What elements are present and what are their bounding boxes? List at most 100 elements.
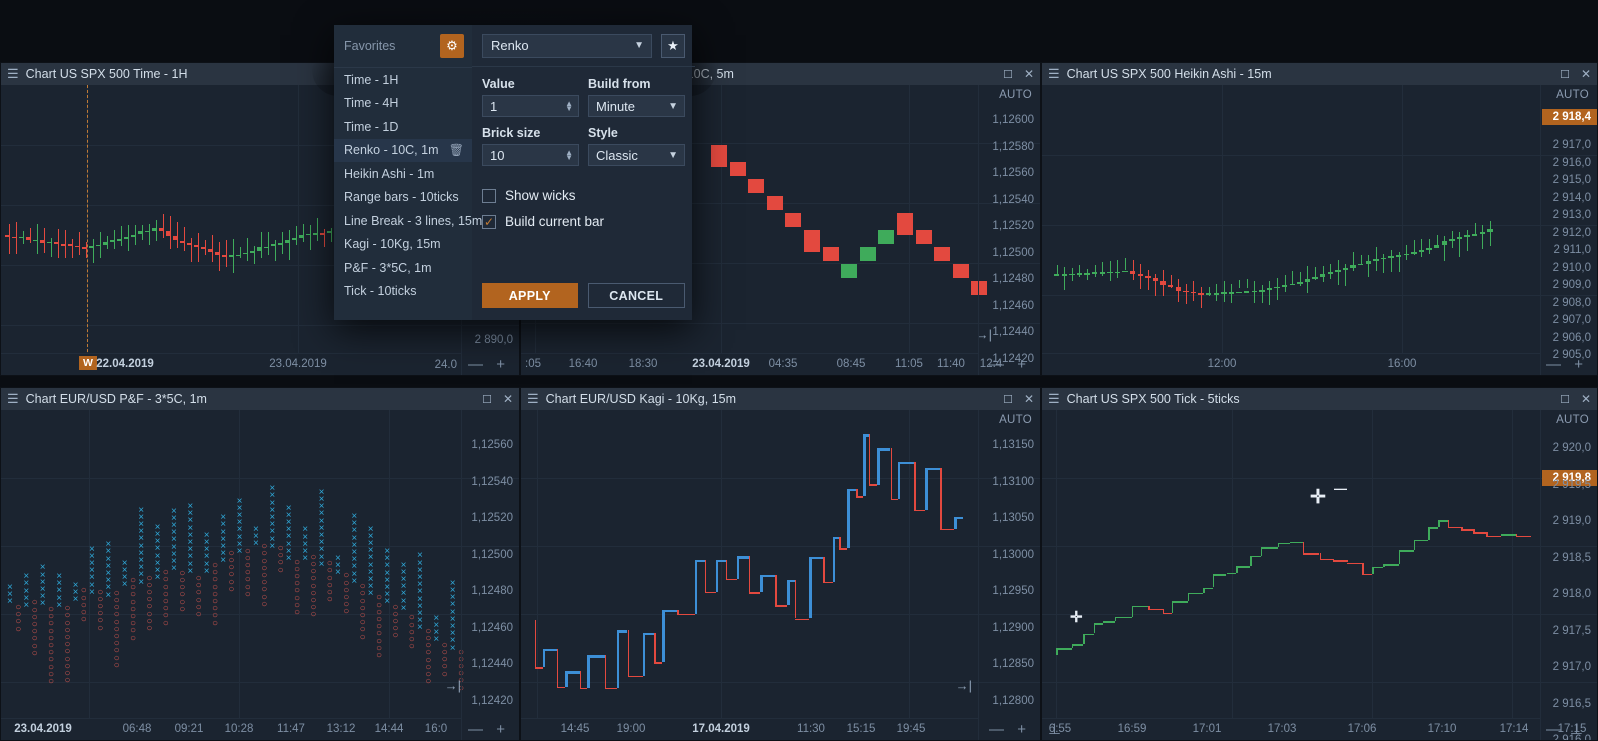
- price-axis[interactable]: AUTO 1,12600 1,12580 1,12560 1,12540 1,12520…: [978, 85, 1040, 375]
- spinner-icon[interactable]: ▲ ▼: [565, 149, 573, 162]
- zoom-out-button[interactable]: —: [989, 721, 1004, 738]
- time-axis[interactable]: 14:45 19:00 17.04.2019 11:30 15:15 19:45: [521, 718, 978, 740]
- time-label: 06:48: [122, 723, 152, 735]
- hamburger-icon[interactable]: ☰: [7, 391, 19, 407]
- price-label: 1,12950: [992, 585, 1034, 597]
- build-current-bar-checkbox[interactable]: ✓: [482, 214, 496, 229]
- chart-panel-spx-heikin-ashi[interactable]: ☰ Chart US SPX 500 Heikin Ashi - 15m ☐ ✕…: [1041, 62, 1598, 376]
- panel-titlebar[interactable]: ☰ Chart US SPX 500 Tick - 5ticks ☐ ✕: [1042, 388, 1597, 410]
- trash-icon[interactable]: 🗑: [449, 143, 464, 157]
- price-axis[interactable]: AUTO 2 918,4 2 917,0 2 916,0 2 915,0 2 914,…: [1540, 85, 1597, 375]
- favorites-list[interactable]: Time - 1H Time - 4H Time - 1D Renko - 10C, …: [334, 67, 482, 304]
- price-label: 2 917,0: [1552, 139, 1591, 151]
- cancel-button[interactable]: CANCEL: [587, 283, 685, 308]
- pf-o-mark: ○: [359, 631, 366, 643]
- chart-panel-eurusd-kagi[interactable]: ☰ Chart EUR/USD Kagi - 10Kg, 15m ☐ ✕ →| …: [520, 387, 1041, 741]
- favorite-item[interactable]: Time - 4H: [334, 92, 472, 116]
- hamburger-icon[interactable]: ☰: [1048, 391, 1060, 407]
- value-input[interactable]: 1 ▲ ▼: [482, 95, 579, 117]
- favorite-item[interactable]: Kagi - 10Kg, 15m: [334, 233, 472, 257]
- price-label: 1,12800: [992, 694, 1034, 707]
- maximize-icon[interactable]: ☐: [482, 393, 492, 406]
- chart-plot-area[interactable]: ✛ ✛ — AUTO 2 919,8 2 920,0 2 919,5 2 919,0 2 …: [1042, 410, 1597, 740]
- price-label: 1,12540: [992, 193, 1034, 206]
- auto-scale-label[interactable]: AUTO: [1556, 414, 1589, 426]
- hamburger-icon[interactable]: ☰: [7, 66, 19, 82]
- favorite-item-label: P&F - 3*5C, 1m: [344, 260, 432, 275]
- pf-o-mark: ○: [294, 606, 301, 618]
- panel-titlebar[interactable]: ☰ Chart EUR/USD Kagi - 10Kg, 15m ☐ ✕: [521, 388, 1040, 410]
- show-wicks-checkbox[interactable]: [482, 188, 496, 203]
- hamburger-icon[interactable]: ☰: [527, 391, 539, 407]
- chart-plot-area[interactable]: × × × ○ ○ ○ ○ × × × × × ○ ○ ○ ○ ○ ○ ○ ○ × × × × × × ○ ○ ○ ○ ○ ○ ○ ○ ○ ○ ○ × × ×…: [1, 410, 519, 740]
- price-axis[interactable]: AUTO 1,13150 1,13100 1,13050 1,13000 1,12950…: [978, 410, 1040, 740]
- zoom-out-button[interactable]: —: [468, 721, 483, 738]
- close-icon[interactable]: ✕: [1024, 67, 1034, 81]
- zoom-in-button[interactable]: +: [1017, 356, 1026, 373]
- chart-panel-eurusd-pf[interactable]: ☰ Chart EUR/USD P&F - 3*5C, 1m ☐ ✕ × × × ○ ○…: [0, 387, 520, 741]
- favorite-item[interactable]: Line Break - 3 lines, 15m: [334, 209, 482, 233]
- chart-type-dialog[interactable]: Favorites ⚙ Time - 1H Time - 4H Time - 1D R…: [334, 25, 695, 320]
- style-select[interactable]: Classic ▼: [588, 144, 685, 166]
- close-icon[interactable]: ✕: [503, 392, 513, 406]
- maximize-icon[interactable]: ☐: [1560, 393, 1570, 406]
- time-axis[interactable]: 12:00 16:00: [1042, 353, 1540, 375]
- zoom-in-button[interactable]: +: [1017, 721, 1026, 738]
- pf-x-mark: ×: [105, 539, 112, 551]
- build-from-select[interactable]: Minute ▼: [588, 95, 685, 117]
- maximize-icon[interactable]: ☐: [1003, 393, 1013, 406]
- auto-scale-label[interactable]: AUTO: [999, 414, 1032, 426]
- favorite-item[interactable]: Tick - 10ticks: [334, 280, 472, 304]
- pf-x-mark: ×: [154, 521, 161, 533]
- star-icon[interactable]: ★: [661, 33, 685, 58]
- zoom-out-button[interactable]: —: [1546, 356, 1561, 373]
- time-axis[interactable]: :05 16:40 18:30 23.04.2019 04:35 08:45 11:05 11…: [521, 353, 1002, 375]
- favorite-item[interactable]: Renko - 10C, 1m 🗑: [334, 138, 472, 162]
- favorite-item[interactable]: Time - 1D: [334, 115, 472, 139]
- panel-titlebar[interactable]: ☰ Chart EUR/USD P&F - 3*5C, 1m ☐ ✕: [1, 388, 519, 410]
- zoom-out-button[interactable]: —: [468, 356, 483, 373]
- scroll-to-last-icon[interactable]: →|: [445, 678, 461, 693]
- panel-titlebar[interactable]: ☰ Chart US SPX 500 Heikin Ashi - 15m ☐ ✕: [1042, 63, 1597, 85]
- close-icon[interactable]: ✕: [1581, 392, 1591, 406]
- favorite-item[interactable]: Heikin Ashi - 1m: [334, 162, 472, 186]
- favorite-item[interactable]: Range bars - 10ticks: [334, 186, 472, 210]
- pf-o-mark: ○: [228, 583, 235, 595]
- chart-plot-area[interactable]: 14:26 AUTO 2 918,4 2 917,02 916,02 915,0…: [1042, 85, 1597, 375]
- chart-type-select[interactable]: Renko ▼: [482, 33, 652, 58]
- zoom-out-button-2[interactable]: —: [1546, 721, 1561, 738]
- time-label: 14:44: [374, 723, 404, 735]
- time-axis[interactable]: W 22.04.2019 23.04.2019: [1, 353, 461, 375]
- price-label: 2 910,0: [1552, 261, 1591, 274]
- chart-panel-spx-tick[interactable]: ☰ Chart US SPX 500 Tick - 5ticks ☐ ✕ ✛ ✛ —…: [1041, 387, 1598, 741]
- gear-icon[interactable]: ⚙: [440, 34, 464, 58]
- build-current-bar-row[interactable]: ✓ Build current bar: [482, 214, 685, 229]
- show-wicks-row[interactable]: Show wicks: [482, 188, 685, 203]
- time-axis[interactable]: 6:55 16:59 17:01 17:03 17:06 17:10 17:14 17:15: [1042, 718, 1586, 740]
- favorite-item[interactable]: Time - 1H: [334, 68, 472, 92]
- spinner-icon[interactable]: ▲ ▼: [565, 100, 573, 113]
- favorites-header: Favorites ⚙: [334, 25, 472, 67]
- apply-button[interactable]: APPLY: [482, 283, 578, 308]
- time-axis[interactable]: 23.04.2019 06:48 09:21 10:28 11:47 13:12 14:44…: [1, 718, 461, 740]
- zoom-in-button[interactable]: +: [496, 356, 505, 373]
- price-axis[interactable]: 1,12560 1,12540 1,12520 1,12500 1,12480 1,124…: [461, 410, 519, 740]
- scroll-to-last-icon[interactable]: →|: [956, 678, 972, 693]
- zoom-in-button[interactable]: +: [496, 721, 505, 738]
- zoom-in-button[interactable]: ⊥: [1570, 720, 1583, 738]
- auto-scale-label[interactable]: AUTO: [1556, 89, 1589, 101]
- maximize-icon[interactable]: ☐: [1560, 68, 1570, 81]
- chart-plot-area[interactable]: →| AUTO 1,13150 1,13100 1,13050 1,13000 1,12…: [521, 410, 1040, 740]
- maximize-icon[interactable]: ☐: [1003, 68, 1013, 81]
- price-axis[interactable]: AUTO 2 919,8 2 920,0 2 919,5 2 919,0 2 918,…: [1540, 410, 1597, 740]
- close-icon[interactable]: ✕: [1024, 392, 1034, 406]
- hamburger-icon[interactable]: ☰: [1048, 66, 1060, 82]
- brick-size-input[interactable]: 10 ▲ ▼: [482, 144, 579, 166]
- zoom-out-button[interactable]: —: [989, 356, 1004, 373]
- favorite-item[interactable]: P&F - 3*5C, 1m: [334, 256, 472, 280]
- close-icon[interactable]: ✕: [1581, 67, 1591, 81]
- zoom-out-button[interactable]: ⊥: [1048, 720, 1061, 738]
- zoom-in-button[interactable]: +: [1574, 356, 1583, 373]
- pf-o-mark: ○: [64, 675, 71, 687]
- auto-scale-label[interactable]: AUTO: [999, 89, 1032, 101]
